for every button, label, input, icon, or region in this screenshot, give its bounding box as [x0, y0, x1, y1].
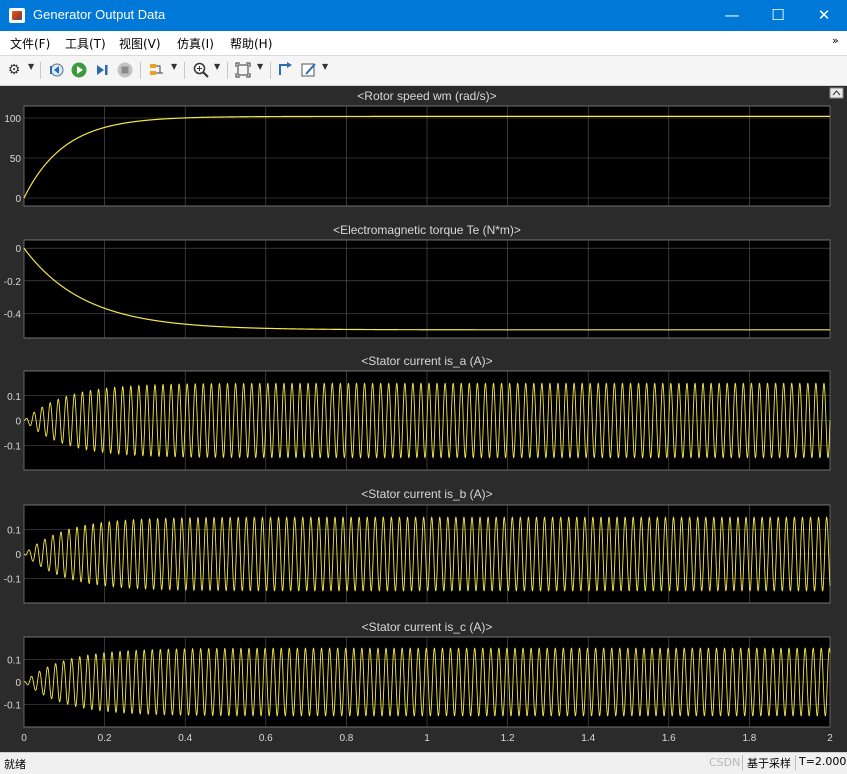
step-forward-icon[interactable] [93, 61, 111, 79]
menu-help[interactable]: 帮助(H) [230, 35, 272, 52]
close-button[interactable]: ✕ [801, 0, 847, 31]
sim-time-indicator: T=2.000 [795, 755, 847, 770]
plot-title: <Electromagnetic torque Te (N*m)> [333, 223, 521, 237]
menu-tools[interactable]: 工具(T) [65, 35, 106, 52]
x-tick-label: 1.2 [501, 733, 515, 744]
chevron-down-icon[interactable]: ▼ [171, 62, 177, 71]
title-bar: Generator Output Data — ☐ ✕ [0, 0, 847, 31]
run-icon[interactable] [70, 61, 88, 79]
chevron-down-icon[interactable]: ▼ [322, 62, 328, 71]
x-tick-label: 1.8 [742, 733, 756, 744]
x-tick-label: 2 [827, 733, 833, 744]
x-tick-label: 0.8 [339, 733, 353, 744]
y-tick-label: 0.1 [7, 656, 21, 667]
style-icon[interactable] [300, 61, 318, 79]
matlab-logo-icon [9, 8, 25, 23]
menu-file[interactable]: 文件(F) [10, 35, 50, 52]
step-back-icon[interactable] [47, 61, 65, 79]
triggers-icon[interactable] [277, 61, 295, 79]
y-tick-label: -0.1 [4, 701, 22, 712]
plot-title: <Rotor speed wm (rad/s)> [357, 89, 496, 103]
x-tick-label: 0.6 [259, 733, 273, 744]
y-tick-label: 0.1 [7, 392, 21, 403]
scope-plot-area: 0 50 100 <Rotor speed wm (rad/s)> 0 -0.2 -0.4 <… [0, 86, 847, 752]
stop-icon[interactable] [116, 61, 134, 79]
scope-plots: 050100<Rotor speed wm (rad/s)>0-0.2-0.4<… [4, 87, 844, 744]
zoom-icon[interactable] [192, 61, 210, 79]
y-tick-label: 0 [15, 678, 21, 689]
gear-icon[interactable]: ⚙ [5, 61, 23, 79]
y-tick-label: 50 [10, 154, 22, 165]
maximize-button[interactable]: ☐ [755, 0, 801, 31]
y-tick-label: -0.4 [4, 310, 22, 321]
window-title: Generator Output Data [33, 7, 166, 22]
status-bar: 就绪 CSDN @Stanley_ztu 基于采样 T=2.000 [0, 752, 847, 774]
menu-bar: 文件(F) 工具(T) 视图(V) 仿真(I) 帮助(H) » [0, 31, 847, 56]
x-tick-label: 0.4 [178, 733, 192, 744]
undock-button[interactable] [829, 87, 844, 99]
menu-overflow-icon[interactable]: » [832, 34, 839, 47]
x-tick-label: 0 [21, 733, 27, 744]
y-tick-label: 0 [15, 244, 21, 255]
toolbar-separator [40, 62, 41, 79]
plot-title: <Stator current is_c (A)> [362, 620, 493, 634]
toolbar: ⚙ ▼ ▼ ▼ ▼ ▼ [0, 56, 847, 86]
plot-title: <Stator current is_b (A)> [361, 487, 492, 501]
y-tick-label: 0 [15, 194, 21, 205]
sample-based-indicator: 基于采样 [742, 755, 795, 770]
y-tick-label: 0 [15, 550, 21, 561]
toolbar-separator [227, 62, 228, 79]
y-tick-label: 100 [4, 114, 21, 125]
y-tick-label: -0.1 [4, 441, 22, 452]
fit-to-view-icon[interactable] [234, 61, 252, 79]
x-tick-label: 0.2 [98, 733, 112, 744]
plot-title: <Stator current is_a (A)> [361, 354, 492, 368]
toolbar-separator [270, 62, 271, 79]
toolbar-separator [140, 62, 141, 79]
y-tick-label: 0 [15, 417, 21, 428]
x-tick-label: 1 [424, 733, 430, 744]
signal-selector-icon[interactable] [148, 61, 166, 79]
menu-view[interactable]: 视图(V) [119, 35, 161, 52]
y-tick-label: -0.1 [4, 575, 22, 586]
status-text: 就绪 [4, 758, 26, 771]
chevron-down-icon[interactable]: ▼ [257, 62, 263, 71]
minimize-button[interactable]: — [709, 0, 755, 31]
y-tick-label: 0.1 [7, 526, 21, 537]
x-tick-label: 1.6 [662, 733, 676, 744]
chevron-down-icon[interactable]: ▼ [214, 62, 220, 71]
toolbar-separator [184, 62, 185, 79]
chevron-down-icon[interactable]: ▼ [28, 62, 34, 71]
menu-simulation[interactable]: 仿真(I) [177, 35, 214, 52]
x-tick-label: 1.4 [581, 733, 595, 744]
y-tick-label: -0.2 [4, 277, 22, 288]
